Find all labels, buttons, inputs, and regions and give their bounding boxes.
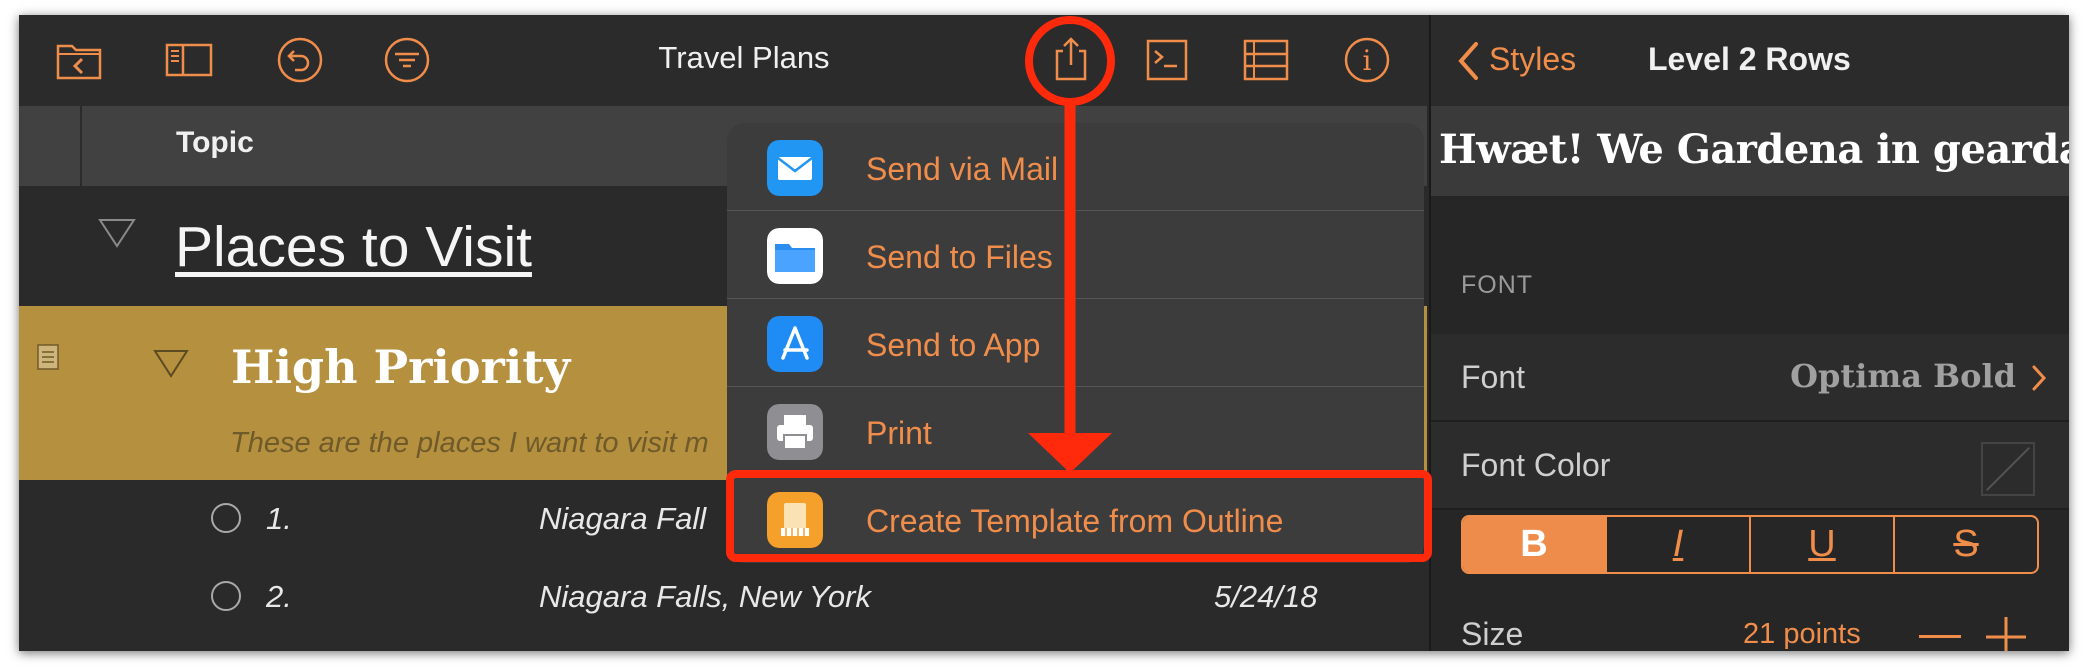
item-place[interactable]: Niagara Fall: [539, 501, 706, 537]
filter-icon[interactable]: [382, 37, 432, 83]
increase-size-button[interactable]: [1984, 615, 2028, 651]
sidebar-icon[interactable]: [164, 37, 214, 83]
item-place[interactable]: Niagara Falls, New York: [539, 579, 871, 615]
color-swatch[interactable]: [1981, 442, 2035, 496]
inspector-title: Level 2 Rows: [1648, 41, 1851, 77]
text-style-segmented-control: B I U S: [1461, 515, 2039, 574]
section-header-font: FONT: [1461, 271, 1534, 299]
font-color-row[interactable]: Font Color: [1431, 422, 2069, 510]
list-item[interactable]: 2. Niagara Falls, New York 5/24/18: [19, 559, 1427, 639]
decrease-size-button[interactable]: [1919, 635, 1961, 638]
font-value[interactable]: Optima Bold: [1790, 357, 2016, 395]
share-icon[interactable]: [1046, 37, 1096, 83]
font-label: Font: [1461, 359, 1526, 395]
back-button[interactable]: Styles: [1489, 41, 1576, 78]
share-item-label: Print: [866, 415, 932, 451]
item-number: 2.: [266, 579, 292, 614]
size-label: Size: [1461, 616, 1524, 651]
disclosure-triangle-icon[interactable]: [152, 344, 190, 382]
size-value: 21 points: [1743, 618, 1861, 650]
row-title-places[interactable]: Places to Visit: [175, 214, 532, 280]
share-popover: Send via Mail Send to Files Send to App …: [727, 123, 1424, 563]
style-preview-text: Hwæt! We Gardena in geardagum: [1439, 126, 2069, 173]
share-item-label: Send to App: [866, 327, 1041, 363]
style-inspector: Styles Level 2 Rows Hwæt! We Gardena in …: [1429, 15, 2069, 651]
console-icon[interactable]: [1143, 37, 1193, 83]
font-color-label: Font Color: [1461, 447, 1611, 483]
item-date[interactable]: 5/24/18: [1214, 579, 1317, 615]
share-item-label: Create Template from Outline: [866, 503, 1284, 539]
inspector-header: Styles Level 2 Rows: [1431, 15, 2069, 106]
column-divider: [80, 106, 82, 186]
item-number: 1.: [266, 501, 292, 536]
chevron-right-icon[interactable]: [2031, 364, 2047, 392]
row-title-high-priority[interactable]: High Priority: [231, 340, 570, 394]
share-item-label: Send to Files: [866, 239, 1053, 275]
bold-button[interactable]: B: [1463, 517, 1607, 572]
app-store-icon: [767, 316, 823, 372]
disclosure-triangle-icon[interactable]: [97, 212, 137, 252]
print-icon: [767, 404, 823, 460]
share-item-print[interactable]: Print: [727, 387, 1424, 475]
share-item-create-template[interactable]: Create Template from Outline: [727, 475, 1424, 563]
info-icon[interactable]: i: [1342, 37, 1392, 83]
template-icon: [767, 492, 823, 548]
files-icon: [767, 228, 823, 284]
columns-icon[interactable]: [1241, 37, 1291, 83]
svg-text:i: i: [1363, 44, 1372, 77]
row-note[interactable]: These are the places I want to visit m: [230, 427, 709, 460]
mail-icon: [767, 140, 823, 196]
style-preview: Hwæt! We Gardena in geardagum: [1431, 106, 2069, 196]
app-window: Travel Plans i Topic Places to Visit Hig…: [19, 15, 2069, 651]
strikethrough-button[interactable]: S: [1895, 517, 2037, 572]
share-item-app[interactable]: Send to App: [727, 299, 1424, 387]
italic-button[interactable]: I: [1607, 517, 1751, 572]
toolbar: Travel Plans i: [19, 15, 1427, 106]
folder-back-icon[interactable]: [54, 37, 104, 83]
status-checkbox[interactable]: [211, 581, 241, 611]
share-item-mail[interactable]: Send via Mail: [727, 123, 1424, 211]
topic-column-label[interactable]: Topic: [176, 126, 254, 160]
back-chevron-icon[interactable]: [1456, 40, 1480, 82]
status-checkbox[interactable]: [211, 503, 241, 533]
underline-button[interactable]: U: [1751, 517, 1895, 572]
share-item-label: Send via Mail: [866, 151, 1059, 187]
document-title: Travel Plans: [658, 40, 830, 75]
note-icon[interactable]: [37, 344, 59, 370]
share-item-files[interactable]: Send to Files: [727, 211, 1424, 299]
font-row[interactable]: Font Optima Bold: [1431, 334, 2069, 422]
undo-icon[interactable]: [275, 37, 325, 83]
